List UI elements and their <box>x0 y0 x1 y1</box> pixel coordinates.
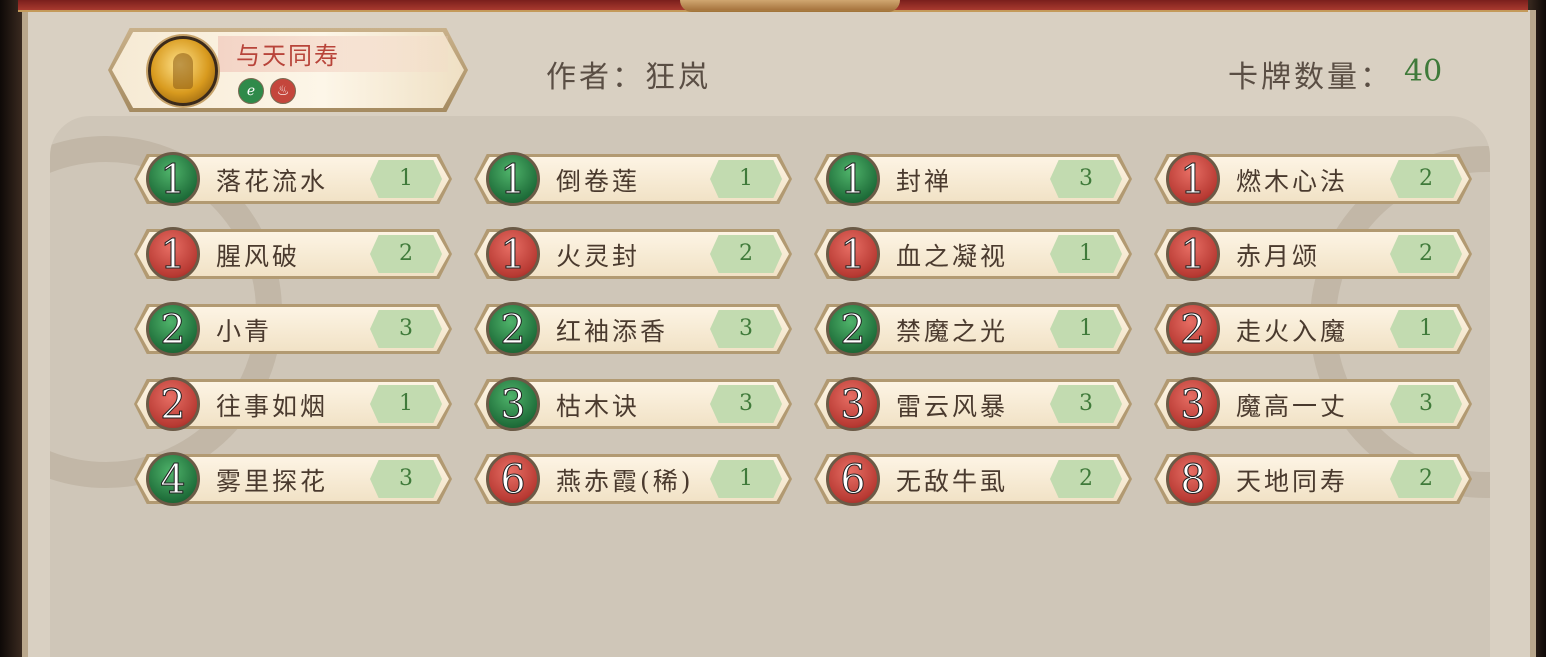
deck-name: 与天同寿 <box>236 42 340 70</box>
card-cost-orb: 4 <box>146 452 200 506</box>
card-quantity: 2 <box>739 241 753 266</box>
card-name: 雷云风暴 <box>896 392 1009 421</box>
wood-element-icon: ℯ <box>238 78 264 104</box>
card-cost-orb: 2 <box>486 302 540 356</box>
card-quantity: 2 <box>399 241 413 266</box>
card-entry[interactable]: 1 1 血之凝视 <box>814 227 1132 281</box>
card-cost-orb: 1 <box>146 227 200 281</box>
card-cost-orb: 2 <box>1166 302 1220 356</box>
card-entry[interactable]: 1 2 禁魔之光 <box>814 302 1132 356</box>
card-cost-orb: 3 <box>486 377 540 431</box>
fire-element-icon: ♨ <box>270 78 296 104</box>
card-cost-orb: 3 <box>1166 377 1220 431</box>
card-quantity: 3 <box>399 316 413 341</box>
card-quantity: 1 <box>1079 316 1093 341</box>
card-name: 枯木诀 <box>556 392 641 421</box>
card-name: 火灵封 <box>556 242 641 271</box>
card-name: 小青 <box>216 317 273 346</box>
card-name: 倒卷莲 <box>556 167 641 196</box>
card-entry[interactable]: 3 3 魔高一丈 <box>1154 377 1472 431</box>
card-name: 落花流水 <box>216 167 329 196</box>
left-border <box>0 0 22 657</box>
card-quantity: 3 <box>399 466 413 491</box>
card-name: 雾里探花 <box>216 467 329 496</box>
card-entry[interactable]: 1 2 往事如烟 <box>134 377 452 431</box>
card-name: 赤月颂 <box>1236 242 1321 271</box>
card-quantity: 3 <box>739 391 753 416</box>
card-entry[interactable]: 1 1 落花流水 <box>134 152 452 206</box>
card-quantity: 2 <box>1419 241 1433 266</box>
card-entry[interactable]: 2 6 无敌牛虱 <box>814 452 1132 506</box>
card-quantity: 1 <box>1079 241 1093 266</box>
card-quantity: 1 <box>739 466 753 491</box>
card-entry[interactable]: 1 1 倒卷莲 <box>474 152 792 206</box>
card-quantity: 1 <box>739 166 753 191</box>
card-cost-orb: 2 <box>146 302 200 356</box>
card-cost-orb: 8 <box>1166 452 1220 506</box>
card-name: 无敌牛虱 <box>896 467 1009 496</box>
card-name: 血之凝视 <box>896 242 1009 271</box>
card-entry[interactable]: 3 2 红袖添香 <box>474 302 792 356</box>
card-entry[interactable]: 2 1 火灵封 <box>474 227 792 281</box>
card-entry[interactable]: 2 8 天地同寿 <box>1154 452 1472 506</box>
card-entry[interactable]: 2 1 赤月颂 <box>1154 227 1472 281</box>
card-cost-orb: 1 <box>1166 152 1220 206</box>
card-entry[interactable]: 1 2 走火入魔 <box>1154 302 1472 356</box>
card-name: 走火入魔 <box>1236 317 1349 346</box>
card-entry[interactable]: 3 1 封禅 <box>814 152 1132 206</box>
card-name: 封禅 <box>896 167 953 196</box>
hero-figure-icon <box>173 53 193 89</box>
card-cost-orb: 1 <box>826 227 880 281</box>
card-name: 红袖添香 <box>556 317 669 346</box>
card-entry[interactable]: 2 1 燃木心法 <box>1154 152 1472 206</box>
card-cost-orb: 2 <box>826 302 880 356</box>
card-cost-orb: 2 <box>146 377 200 431</box>
deck-hero-avatar[interactable] <box>148 36 218 106</box>
card-cost-orb: 1 <box>486 152 540 206</box>
card-entry[interactable]: 3 3 雷云风暴 <box>814 377 1132 431</box>
game-frame: 与天同寿 ℯ ♨ 作者：狂岚 卡牌数量： 40 1 1 落花流水 1 1 倒卷莲 3 1 封禅 2… <box>0 0 1546 657</box>
card-name: 天地同寿 <box>1236 467 1349 496</box>
card-count-label: 卡牌数量： <box>1228 60 1393 95</box>
card-entry[interactable]: 1 6 燕赤霞(稀) <box>474 452 792 506</box>
card-name: 燕赤霞(稀) <box>556 467 694 496</box>
card-quantity: 2 <box>1419 166 1433 191</box>
card-cost-orb: 1 <box>486 227 540 281</box>
card-entry[interactable]: 3 2 小青 <box>134 302 452 356</box>
top-ornament-icon <box>680 0 900 12</box>
card-quantity: 1 <box>399 391 413 416</box>
card-name: 腥风破 <box>216 242 301 271</box>
card-count-value: 40 <box>1404 54 1443 89</box>
card-quantity: 3 <box>1419 391 1433 416</box>
card-quantity: 1 <box>1419 316 1433 341</box>
card-cost-orb: 1 <box>146 152 200 206</box>
card-name: 禁魔之光 <box>896 317 1009 346</box>
card-quantity: 1 <box>399 166 413 191</box>
card-cost-orb: 3 <box>826 377 880 431</box>
deck-author: 作者：狂岚 <box>546 60 711 95</box>
card-cost-orb: 6 <box>826 452 880 506</box>
card-name: 燃木心法 <box>1236 167 1349 196</box>
card-entry[interactable]: 2 1 腥风破 <box>134 227 452 281</box>
card-quantity: 3 <box>1079 166 1093 191</box>
card-name: 魔高一丈 <box>1236 392 1349 421</box>
card-quantity: 3 <box>739 316 753 341</box>
card-quantity: 2 <box>1419 466 1433 491</box>
card-quantity: 2 <box>1079 466 1093 491</box>
card-name: 往事如烟 <box>216 392 329 421</box>
card-quantity: 3 <box>1079 391 1093 416</box>
card-entry[interactable]: 3 3 枯木诀 <box>474 377 792 431</box>
card-cost-orb: 1 <box>1166 227 1220 281</box>
card-cost-orb: 6 <box>486 452 540 506</box>
deck-badge[interactable]: 与天同寿 ℯ ♨ <box>108 28 468 112</box>
card-entry[interactable]: 3 4 雾里探花 <box>134 452 452 506</box>
card-cost-orb: 1 <box>826 152 880 206</box>
